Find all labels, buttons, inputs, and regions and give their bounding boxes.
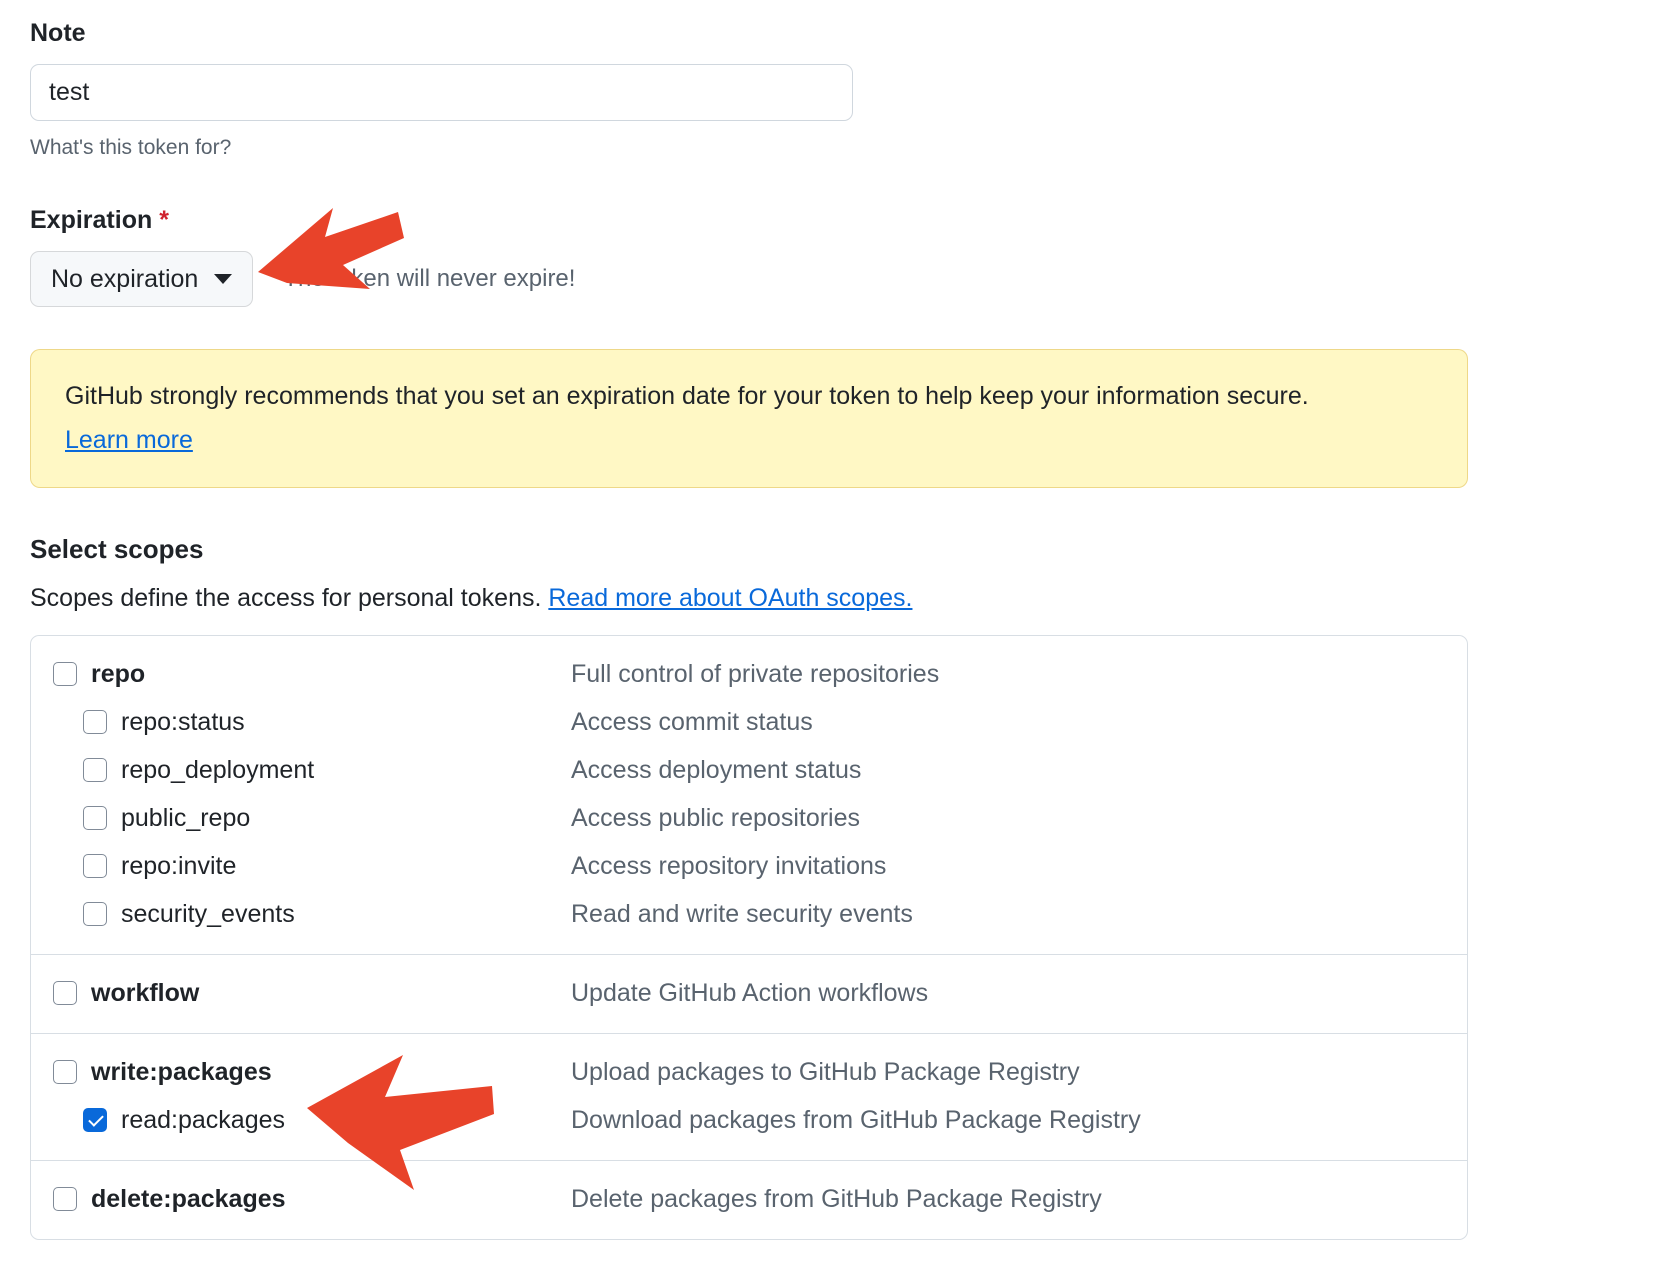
scope-name: read:packages [121,1105,286,1134]
scope-description: Full control of private repositories [571,659,940,688]
note-field-group: Note What's this token for? [30,18,1678,161]
scope-checkbox-repo[interactable] [53,662,77,687]
scope-row[interactable]: workflow Update GitHub Action workflows [31,969,1467,1017]
required-marker: * [159,206,169,235]
chevron-down-icon [214,274,233,285]
scopes-description-text: Scopes define the access for personal to… [30,584,549,613]
scope-description: Access public repositories [571,803,861,832]
scope-description: Upload packages to GitHub Package Regist… [571,1057,1080,1086]
scope-row[interactable]: read:packages Download packages from GitH… [31,1096,1467,1144]
scope-description: Delete packages from GitHub Package Regi… [571,1184,1102,1213]
scope-checkbox-repo:status[interactable] [83,710,107,735]
scope-checkbox-delete:packages[interactable] [53,1187,77,1212]
scope-name: security_events [121,899,295,928]
scope-name: repo:status [121,707,245,736]
scope-row[interactable]: repo_deployment Access deployment status [31,746,1467,794]
scope-checkbox-read:packages[interactable] [83,1108,107,1133]
scope-description: Download packages from GitHub Package Re… [571,1105,1141,1134]
note-label: Note [30,19,86,47]
expiration-field-group: Expiration * No expiration The token wil… [30,205,1678,308]
warning-text: GitHub strongly recommends that you set … [65,382,1309,411]
scope-checkbox-security_events[interactable] [83,902,107,927]
scope-checkbox-public_repo[interactable] [83,806,107,831]
scope-group: write:packages Upload packages to GitHub … [31,1033,1467,1160]
scope-group: workflow Update GitHub Action workflows [31,954,1467,1033]
expiration-row: No expiration The token will never expir… [30,251,1678,308]
learn-more-link[interactable]: Learn more [65,426,193,455]
oauth-scopes-link[interactable]: Read more about OAuth scopes. [548,584,912,612]
scope-group: repo Full control of private repositories… [31,636,1467,954]
scope-row[interactable]: repo Full control of private repositories [31,650,1467,698]
scope-checkbox-repo:invite[interactable] [83,854,107,879]
scope-description: Update GitHub Action workflows [571,978,929,1007]
expiration-dropdown-value: No expiration [51,264,199,293]
scope-name: repo [91,659,146,688]
note-hint: What's this token for? [30,136,232,159]
scope-name: workflow [91,978,200,1007]
scope-row[interactable]: repo:status Access commit status [31,698,1467,746]
scope-description: Access repository invitations [571,851,887,880]
expiration-label-text: Expiration [30,206,153,235]
scope-checkbox-repo_deployment[interactable] [83,758,107,783]
scope-name: repo:invite [121,851,237,880]
token-form-page: Note What's this token for? Expiration *… [0,0,1678,1262]
select-scopes-heading: Select scopes [30,534,204,565]
scopes-list: repo Full control of private repositories… [30,635,1468,1241]
scope-description: Access deployment status [571,755,862,784]
scope-checkbox-workflow[interactable] [53,981,77,1006]
scope-row[interactable]: public_repo Access public repositories [31,794,1467,842]
scope-row[interactable]: security_events Read and write security e… [31,890,1467,938]
scope-description: Read and write security events [571,899,913,928]
scope-name: delete:packages [91,1184,286,1213]
note-input[interactable] [30,64,853,121]
scope-name: public_repo [121,803,251,832]
scope-description: Access commit status [571,707,813,736]
scope-checkbox-write:packages[interactable] [53,1060,77,1085]
scope-row[interactable]: repo:invite Access repository invitations [31,842,1467,890]
scope-group: delete:packages Delete packages from GitH… [31,1160,1467,1239]
scope-name: repo_deployment [121,755,315,784]
expiration-note: The token will never expire! [283,265,576,293]
scope-row[interactable]: write:packages Upload packages to GitHub … [31,1048,1467,1096]
expiration-label: Expiration * [30,205,1678,235]
scopes-description: Scopes define the access for personal to… [30,584,1678,613]
scope-row[interactable]: delete:packages Delete packages from GitH… [31,1175,1467,1223]
scope-name: write:packages [91,1057,272,1086]
expiration-dropdown[interactable]: No expiration [30,251,254,308]
expiration-warning-banner: GitHub strongly recommends that you set … [30,349,1468,489]
